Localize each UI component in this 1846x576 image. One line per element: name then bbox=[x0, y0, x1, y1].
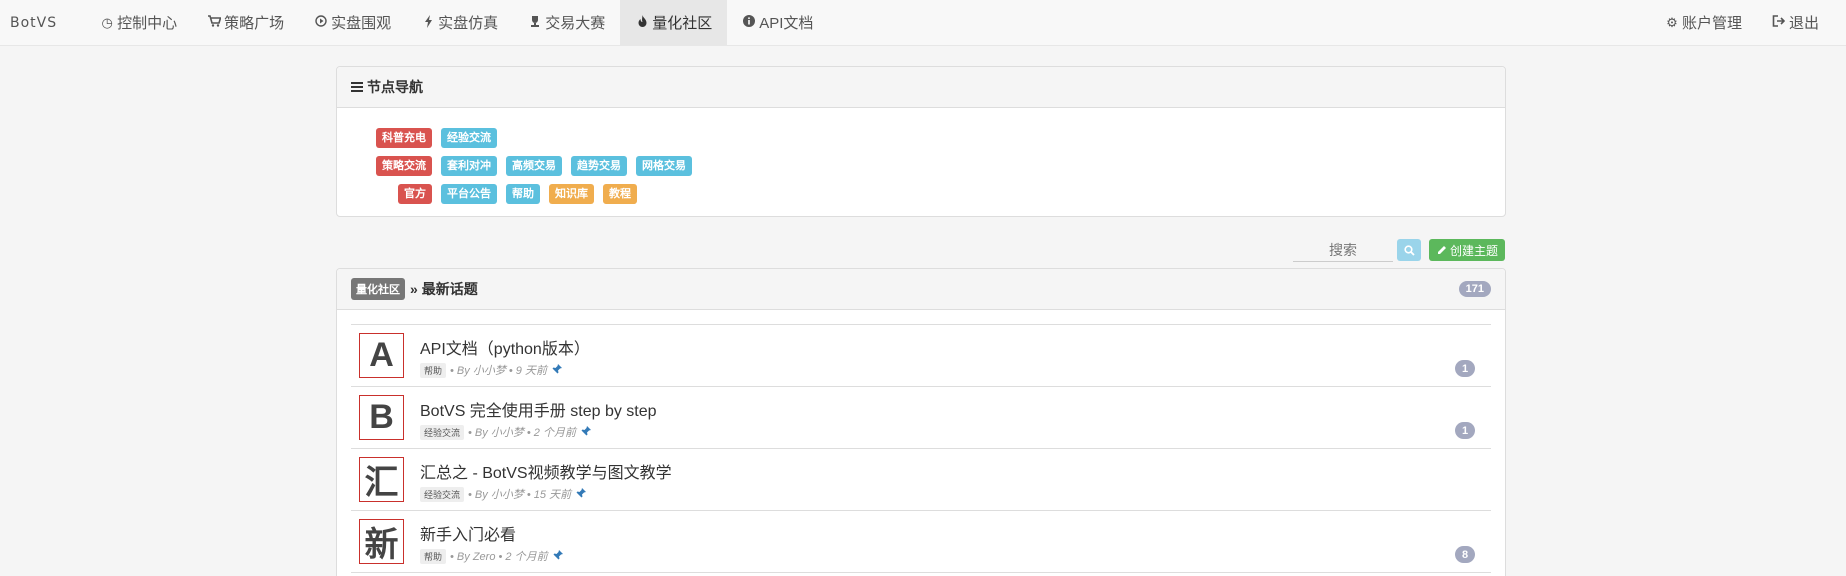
nav-item-api-docs[interactable]: API文档 bbox=[727, 0, 828, 45]
topic-meta: 帮助 • By Zero • 2 个月前 bbox=[420, 548, 565, 564]
topic-meta-text: • By 小小梦 • 15 天前 bbox=[468, 489, 572, 501]
topic-list: A API文档（python版本） 帮助 • By 小小梦 • 9 天前 1 B… bbox=[351, 324, 1491, 573]
topic-meta: 帮助 • By 小小梦 • 9 天前 bbox=[420, 362, 564, 378]
nav-item-strategy-square[interactable]: 策略广场 bbox=[192, 0, 299, 45]
node-tag[interactable]: 平台公告 bbox=[441, 184, 497, 204]
nav-item-label: 交易大赛 bbox=[545, 15, 606, 32]
nav-item-label: API文档 bbox=[759, 15, 814, 32]
node-tag[interactable]: 知识库 bbox=[549, 184, 594, 204]
nav-item-label: 实盘围观 bbox=[331, 15, 392, 32]
topic-node-tag[interactable]: 经验交流 bbox=[420, 424, 465, 440]
node-tag-list: 科普充电 经验交流 策略交流 套利对冲 高频交易 趋势交易 网格交易 官方 平台… bbox=[337, 108, 1505, 208]
topic-meta: 经验交流 • By 小小梦 • 15 天前 bbox=[420, 486, 588, 502]
breadcrumb-separator: » bbox=[410, 281, 418, 297]
node-tag[interactable]: 策略交流 bbox=[376, 156, 432, 176]
create-topic-label: 创建主题 bbox=[1449, 243, 1498, 258]
search-input[interactable] bbox=[1293, 238, 1393, 262]
nav-item-label: 控制中心 bbox=[117, 15, 178, 32]
node-row: 策略交流 套利对冲 高频交易 趋势交易 网格交易 bbox=[337, 152, 1505, 180]
info-circle-icon bbox=[742, 15, 756, 30]
reply-count-badge: 1 bbox=[1455, 360, 1475, 377]
pin-icon bbox=[551, 549, 565, 563]
topic-node-tag[interactable]: 帮助 bbox=[420, 548, 447, 564]
panel-heading: 节点导航 bbox=[337, 67, 1505, 108]
reply-count-badge: 8 bbox=[1455, 546, 1475, 563]
clock-icon: ◷ bbox=[101, 14, 113, 30]
top-navbar: BotVS ◷ 控制中心 策略广场 实盘围观 实盘仿真 交易大赛 量化社区 AP… bbox=[0, 0, 1846, 46]
search-button[interactable] bbox=[1397, 239, 1421, 261]
topic-title-link[interactable]: 新手入门必看 bbox=[420, 521, 516, 545]
topic-row: B BotVS 完全使用手册 step by step 经验交流 • By 小小… bbox=[351, 387, 1491, 449]
node-tag[interactable]: 官方 bbox=[398, 184, 432, 204]
node-tag[interactable]: 高频交易 bbox=[506, 156, 562, 176]
pin-icon bbox=[550, 363, 564, 377]
main-nav: ◷ 控制中心 策略广场 实盘围观 实盘仿真 交易大赛 量化社区 API文档 bbox=[85, 0, 828, 45]
node-tag[interactable]: 网格交易 bbox=[636, 156, 692, 176]
topic-row: 汇 汇总之 - BotVS视频教学与图文教学 经验交流 • By 小小梦 • 1… bbox=[351, 449, 1491, 511]
nav-item-account[interactable]: ⚙ 账户管理 bbox=[1650, 0, 1757, 45]
topic-meta: 经验交流 • By 小小梦 • 2 个月前 bbox=[420, 424, 593, 440]
pin-icon bbox=[579, 425, 593, 439]
panel-heading: 量化社区 » 最新话题 171 bbox=[337, 269, 1505, 310]
node-tag[interactable]: 经验交流 bbox=[441, 128, 497, 148]
nav-item-quant-community[interactable]: 量化社区 bbox=[620, 0, 728, 45]
topic-meta-text: • By 小小梦 • 2 个月前 bbox=[468, 427, 576, 439]
topic-node-tag[interactable]: 经验交流 bbox=[420, 486, 465, 502]
list-icon bbox=[351, 80, 363, 94]
nav-item-simulation[interactable]: 实盘仿真 bbox=[406, 0, 513, 45]
nav-item-label: 账户管理 bbox=[1681, 15, 1742, 32]
cart-icon bbox=[207, 15, 222, 30]
nav-item-label: 量化社区 bbox=[652, 15, 713, 32]
panel-title: 最新话题 bbox=[421, 281, 478, 297]
panel-title: 节点导航 bbox=[367, 79, 423, 95]
avatar[interactable]: B bbox=[359, 395, 404, 440]
node-row: 官方 平台公告 帮助 知识库 教程 bbox=[337, 180, 1505, 208]
brand-logo[interactable]: BotVS bbox=[0, 0, 67, 45]
topic-meta-text: • By Zero • 2 个月前 bbox=[450, 551, 548, 563]
topic-meta-text: • By 小小梦 • 9 天前 bbox=[450, 365, 547, 377]
node-tag[interactable]: 趋势交易 bbox=[571, 156, 627, 176]
play-circle-icon bbox=[314, 15, 328, 30]
node-tag[interactable]: 科普充电 bbox=[376, 128, 432, 148]
search-toolbar: 创建主题 bbox=[336, 238, 1506, 262]
nav-item-logout[interactable]: 退出 bbox=[1757, 0, 1834, 45]
search-icon bbox=[1403, 244, 1415, 256]
logout-icon bbox=[1772, 15, 1786, 30]
nav-item-label: 实盘仿真 bbox=[438, 15, 499, 32]
latest-topics-panel: 量化社区 » 最新话题 171 A API文档（python版本） 帮助 • B… bbox=[336, 268, 1506, 576]
topic-row: 新 新手入门必看 帮助 • By Zero • 2 个月前 8 bbox=[351, 511, 1491, 573]
topic-node-tag[interactable]: 帮助 bbox=[420, 362, 447, 378]
node-navigation-panel: 节点导航 科普充电 经验交流 策略交流 套利对冲 高频交易 趋势交易 网格交易 … bbox=[336, 66, 1506, 217]
nav-item-control-center[interactable]: ◷ 控制中心 bbox=[85, 0, 192, 45]
node-row: 科普充电 经验交流 bbox=[337, 124, 1505, 152]
pencil-icon bbox=[1437, 245, 1446, 254]
avatar[interactable]: A bbox=[359, 333, 404, 378]
node-tag[interactable]: 帮助 bbox=[506, 184, 540, 204]
reply-count-badge: 1 bbox=[1455, 422, 1475, 439]
trophy-icon bbox=[528, 15, 542, 31]
gear-icon: ⚙ bbox=[1666, 14, 1678, 30]
create-topic-button[interactable]: 创建主题 bbox=[1429, 239, 1505, 261]
topic-title-link[interactable]: BotVS 完全使用手册 step by step bbox=[420, 397, 657, 421]
bolt-icon bbox=[421, 14, 435, 31]
node-tag[interactable]: 套利对冲 bbox=[441, 156, 497, 176]
nav-item-label: 退出 bbox=[1788, 15, 1819, 32]
avatar[interactable]: 汇 bbox=[359, 457, 404, 502]
topic-title-link[interactable]: 汇总之 - BotVS视频教学与图文教学 bbox=[420, 459, 672, 483]
topic-title-link[interactable]: API文档（python版本） bbox=[420, 335, 590, 359]
node-tag[interactable]: 教程 bbox=[603, 184, 637, 204]
nav-item-label: 策略广场 bbox=[224, 15, 285, 32]
breadcrumb-community-tag[interactable]: 量化社区 bbox=[351, 278, 405, 300]
account-nav: ⚙ 账户管理 退出 bbox=[1650, 0, 1834, 45]
nav-item-trading-contest[interactable]: 交易大赛 bbox=[513, 0, 620, 45]
topic-row: A API文档（python版本） 帮助 • By 小小梦 • 9 天前 1 bbox=[351, 325, 1491, 387]
avatar[interactable]: 新 bbox=[359, 519, 404, 564]
nav-item-live-watch[interactable]: 实盘围观 bbox=[299, 0, 406, 45]
fire-icon bbox=[635, 14, 649, 31]
pin-icon bbox=[574, 487, 588, 501]
topic-count-badge: 171 bbox=[1458, 281, 1491, 297]
